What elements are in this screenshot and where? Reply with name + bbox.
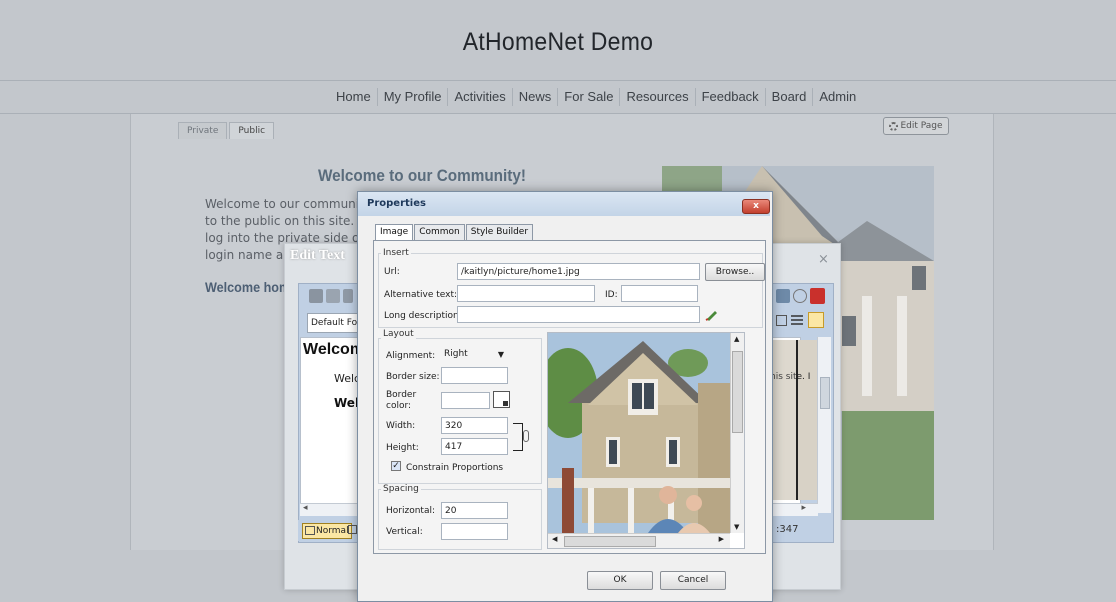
url-label: Url: [384, 267, 400, 277]
print-icon[interactable] [309, 289, 323, 303]
cancel-button[interactable]: Cancel [660, 571, 726, 590]
grid-icon[interactable] [808, 312, 824, 328]
normal-mode-label: Normal [316, 526, 349, 536]
alignment-label: Alignment: [386, 351, 436, 361]
width-input[interactable]: 320 [441, 417, 508, 434]
alignment-select[interactable]: Right ▼ [441, 346, 508, 363]
layout-legend: Layout [381, 329, 416, 339]
border-size-input[interactable] [441, 367, 508, 384]
edit-page-label: Edit Page [900, 121, 943, 131]
nav-home[interactable]: Home [330, 88, 378, 106]
aspect-link-bracket [513, 423, 523, 451]
char-count: :347 [776, 524, 799, 535]
intro-line-1: Welcome to our community [205, 197, 371, 211]
house-preview-image [548, 333, 730, 533]
image-manager-icon[interactable] [776, 289, 790, 303]
border-color-label: Border color: [386, 390, 417, 411]
constrain-label: Constrain Proportions [406, 463, 504, 473]
chevron-down-icon: ▼ [497, 350, 504, 359]
tab-common[interactable]: Common [414, 224, 465, 241]
compass-icon[interactable] [793, 289, 807, 303]
tab-private[interactable]: Private [178, 122, 228, 139]
nav-for-sale[interactable]: For Sale [558, 88, 621, 106]
id-label: ID: [605, 290, 618, 300]
normal-mode-button[interactable]: Normal [302, 523, 352, 539]
long-description-label: Long description: [384, 311, 462, 321]
color-picker-icon[interactable] [493, 391, 510, 408]
properties-tabs: Image Common Style Builder [375, 224, 534, 241]
preview-horizontal-scrollbar[interactable]: ◀ ▶ [548, 533, 730, 548]
nav-admin[interactable]: Admin [813, 88, 862, 106]
edit-page-button[interactable]: Edit Page [883, 117, 949, 135]
welcome-heading: Welcome to our Community! [318, 166, 526, 185]
editor-image-strip: his site. I [770, 340, 817, 500]
browse-button[interactable]: Browse.. [705, 263, 765, 281]
html-mode-icon[interactable] [348, 525, 357, 534]
edit-text-title: Edit Text [290, 248, 345, 263]
alt-text-input[interactable] [457, 285, 595, 302]
horizontal-input[interactable]: 20 [441, 502, 508, 519]
horizontal-label: Horizontal: [386, 506, 435, 516]
height-input[interactable]: 417 [441, 438, 508, 455]
alignment-value: Right [444, 349, 468, 359]
tab-image[interactable]: Image [375, 224, 414, 241]
edit-text-close-button[interactable]: × [818, 252, 829, 267]
editor-line-2: Wel [334, 396, 360, 410]
preview-vertical-scrollbar[interactable]: ▲ ▼ [730, 333, 744, 533]
alt-text-label: Alternative text: [384, 290, 458, 300]
site-title: AtHomeNet Demo [462, 28, 654, 56]
spacing-fieldset [378, 489, 542, 550]
nav-activities[interactable]: Activities [448, 88, 513, 106]
tab-public[interactable]: Public [229, 122, 275, 139]
insert-legend: Insert [381, 248, 411, 258]
vertical-input[interactable] [441, 523, 508, 540]
border-color-input[interactable] [441, 392, 490, 409]
visibility-tabs: Private Public [178, 122, 276, 139]
find-icon[interactable] [343, 289, 353, 303]
youtube-icon[interactable] [810, 288, 825, 304]
nav-my-profile[interactable]: My Profile [378, 88, 449, 106]
ok-button[interactable]: OK [587, 571, 653, 590]
table-icon[interactable] [776, 315, 787, 326]
main-nav: Home My Profile Activities News For Sale… [330, 81, 862, 113]
nav-board[interactable]: Board [766, 88, 814, 106]
intro-line-2: to the public on this site. If y [205, 214, 377, 228]
nav-feedback[interactable]: Feedback [696, 88, 766, 106]
intro-line-4: login name ar [205, 248, 289, 262]
editor-vertical-scrollbar[interactable] [817, 337, 831, 513]
nav-resources[interactable]: Resources [620, 88, 696, 106]
url-input[interactable]: /kaitlyn/picture/home1.jpg [457, 263, 700, 280]
spacing-legend: Spacing [381, 484, 421, 494]
gear-icon [889, 121, 899, 131]
vertical-label: Vertical: [386, 527, 423, 537]
border-size-label: Border size: [386, 372, 440, 382]
image-preview: ▲ ▼ ◀ ▶ [547, 332, 745, 549]
edit-description-icon[interactable] [705, 307, 719, 321]
nav-news[interactable]: News [513, 88, 559, 106]
long-description-input[interactable] [457, 306, 700, 323]
tab-style-builder[interactable]: Style Builder [465, 224, 534, 241]
properties-close-button[interactable]: x [742, 199, 770, 214]
properties-title: Properties [367, 198, 426, 209]
chain-link-icon[interactable] [523, 430, 529, 442]
design-mode-icon [305, 526, 315, 535]
editor-heading: Welcom [303, 341, 365, 358]
id-input[interactable] [621, 285, 698, 302]
width-label: Width: [386, 421, 416, 431]
constrain-checkbox[interactable]: ✓ [391, 461, 401, 471]
height-label: Height: [386, 443, 419, 453]
spellcheck-icon[interactable] [326, 289, 340, 303]
align-justify-icon[interactable] [791, 314, 803, 326]
